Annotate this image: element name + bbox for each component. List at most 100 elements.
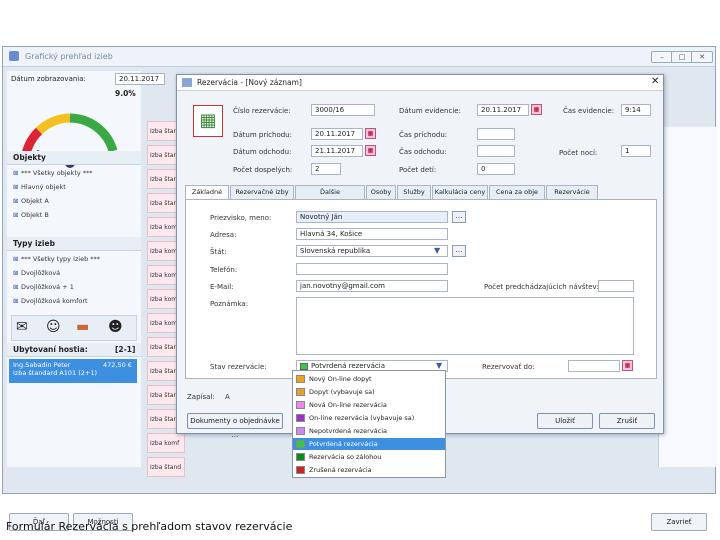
tab-basic[interactable]: Základné [185, 185, 229, 200]
tab-reserved-rooms[interactable]: Rezervačné izby [230, 185, 294, 199]
bed-icon[interactable]: ▬ [76, 319, 89, 335]
cancel-button[interactable]: Zrušiť [599, 413, 655, 429]
arrival-field[interactable]: 20.11.2017 [311, 128, 363, 140]
adults-field[interactable]: 2 [311, 163, 341, 175]
status-option[interactable]: Potvrdená rezervácia [293, 438, 445, 450]
dialog-close-icon[interactable]: ✕ [651, 76, 659, 87]
object-item[interactable]: ⊠ Objekt B [13, 211, 49, 222]
arrival-time-field[interactable] [477, 128, 515, 140]
guest-row[interactable]: Ing.Sabadin Peter 472,50 € izba štandard… [9, 359, 137, 383]
name-lookup-button[interactable]: … [452, 211, 466, 223]
calendar-button-icon[interactable]: ▦ [365, 128, 376, 139]
guest-name: Ing.Sabadin Peter [13, 361, 71, 369]
country-label: Štát: [210, 248, 227, 256]
minimize-icon[interactable]: – [651, 51, 673, 63]
address-label: Adresa: [210, 231, 237, 239]
status-option[interactable]: Rezervácia so zálohou [293, 451, 445, 463]
tab-price-calc[interactable]: Kalkulácia ceny [432, 185, 488, 199]
phone-field[interactable] [296, 263, 448, 275]
email-field[interactable]: jan.novotny@gmail.com [296, 280, 448, 292]
name-field[interactable]: Novotný Ján [296, 211, 448, 223]
occupancy-grid[interactable] [658, 127, 718, 467]
object-item[interactable]: ⊠ Objekt A [13, 197, 49, 208]
children-field[interactable]: 0 [477, 163, 515, 175]
status-option[interactable]: Dopyt (vybavuje sa) [293, 386, 445, 398]
departure-time-label: Čas odchodu: [399, 148, 447, 156]
dialog-titlebar: Rezervácia - [Nový záznam] ✕ [177, 75, 663, 91]
left-panel: Dátum zobrazovania: 20.11.2017 9.0% Obje… [7, 71, 165, 467]
maximize-icon[interactable]: □ [671, 51, 693, 63]
mail-icon[interactable]: ✉ [16, 319, 28, 335]
tab-reservations[interactable]: Rezervácie [546, 185, 598, 199]
gauge-percent: 9.0% [115, 89, 136, 98]
status-option[interactable]: Zrušená rezervácia [293, 464, 445, 476]
date-evidence-field[interactable]: 20.11.2017 [477, 104, 529, 116]
person-icon[interactable]: ☺ [46, 319, 61, 335]
status-color-swatch [296, 388, 305, 396]
adults-label: Počet dospelých: [233, 166, 293, 174]
documents-button[interactable]: Dokumenty o objednávke ... [187, 413, 283, 439]
time-evidence-field[interactable]: 9:14 [621, 104, 651, 116]
status-option-label: Nový On-line dopyt [309, 375, 372, 383]
save-button[interactable]: Uložiť [537, 413, 593, 429]
tab-persons[interactable]: Osoby [366, 185, 396, 199]
chevron-down-icon[interactable]: ▼ [434, 246, 440, 255]
status-option[interactable]: Nový On-line dopyt [293, 373, 445, 385]
status-color-swatch [296, 440, 305, 448]
nights-field[interactable]: 1 [621, 145, 651, 157]
close-icon[interactable]: ✕ [691, 51, 713, 63]
calendar-button-icon[interactable]: ▦ [365, 145, 376, 156]
country-lookup-button[interactable]: … [452, 245, 466, 257]
dialog-title: Rezervácia - [Nový záznam] [197, 78, 302, 87]
note-label: Poznámka: [210, 300, 249, 308]
calendar-button-icon[interactable]: ▦ [531, 104, 542, 115]
status-option[interactable]: Nepotvrdená rezervácia [293, 425, 445, 437]
note-textarea[interactable] [296, 297, 634, 355]
departure-time-field[interactable] [477, 145, 515, 157]
bg-titlebar: Grafický prehľad izieb – □ ✕ [3, 47, 715, 67]
close-button[interactable]: Zavrieť [651, 513, 707, 531]
reservation-no-field[interactable]: 3000/16 [311, 104, 375, 116]
previous-visits-field[interactable] [598, 280, 634, 292]
departure-field[interactable]: 21.11.2017 [311, 145, 363, 157]
object-item[interactable]: ⊠ *** Všetky objekty *** [13, 169, 93, 180]
tab-order-price[interactable]: Cena za obje [489, 185, 545, 199]
country-select[interactable]: Slovenská republika [296, 245, 448, 257]
room-type-item[interactable]: ⊠ *** Všetky typy izieb *** [13, 255, 100, 266]
status-color-swatch [296, 466, 305, 474]
tab-other-data[interactable]: Ďalšie údaje/poznámky [295, 185, 365, 208]
status-swatch [300, 363, 308, 370]
bg-window-title: Grafický prehľad izieb [25, 52, 113, 61]
reserve-until-field[interactable] [568, 360, 620, 372]
guests-icon[interactable]: ☻ [108, 319, 123, 335]
email-label: E-Mail: [210, 283, 234, 291]
guests-header: Ubytovaní hostia: [2-1] [7, 343, 141, 357]
status-option[interactable]: On-line rezervácia (vybavuje sa) [293, 412, 445, 424]
arrival-label: Dátum príchodu: [233, 131, 292, 139]
app-icon [9, 51, 19, 61]
departure-label: Dátum odchodu: [233, 148, 292, 156]
chevron-down-icon[interactable]: ▼ [436, 361, 442, 370]
room-type-item[interactable]: ⊠ Dvojlôžková komfort [13, 297, 88, 308]
room-type-icon: ⊠ [13, 269, 19, 277]
room-type-item[interactable]: ⊠ Dvojlôžková [13, 269, 60, 280]
calendar-button-icon[interactable]: ▦ [622, 360, 633, 371]
object-icon: ⊠ [13, 197, 19, 205]
room-tab[interactable]: Izba štand [147, 457, 185, 477]
room-types-header: Typy izieb [7, 237, 141, 251]
address-field[interactable]: Hlavná 34, Košice [296, 228, 448, 240]
room-tab[interactable]: Izba komf [147, 433, 185, 453]
room-type-item[interactable]: ⊠ Dvojlôžková + 1 [13, 283, 74, 294]
previous-visits-label: Počet predchádzajúcich návštev: [484, 283, 599, 291]
name-label: Priezvisko, meno: [210, 214, 272, 222]
object-item[interactable]: ⊠ Hlavný objekt [13, 183, 66, 194]
date-evidence-label: Dátum evidencie: [399, 107, 461, 115]
recorded-by-value: A [225, 393, 230, 401]
status-color-swatch [296, 401, 305, 409]
figure-caption: Formulár Rezervácia s prehľadom stavov r… [6, 520, 293, 533]
tab-services[interactable]: Služby [397, 185, 431, 199]
date-display-field[interactable]: 20.11.2017 [115, 73, 165, 85]
calendar-icon: ▦ [193, 105, 223, 137]
status-label: Stav rezervácie: [210, 363, 267, 371]
status-option[interactable]: Nová On-line rezervácia [293, 399, 445, 411]
